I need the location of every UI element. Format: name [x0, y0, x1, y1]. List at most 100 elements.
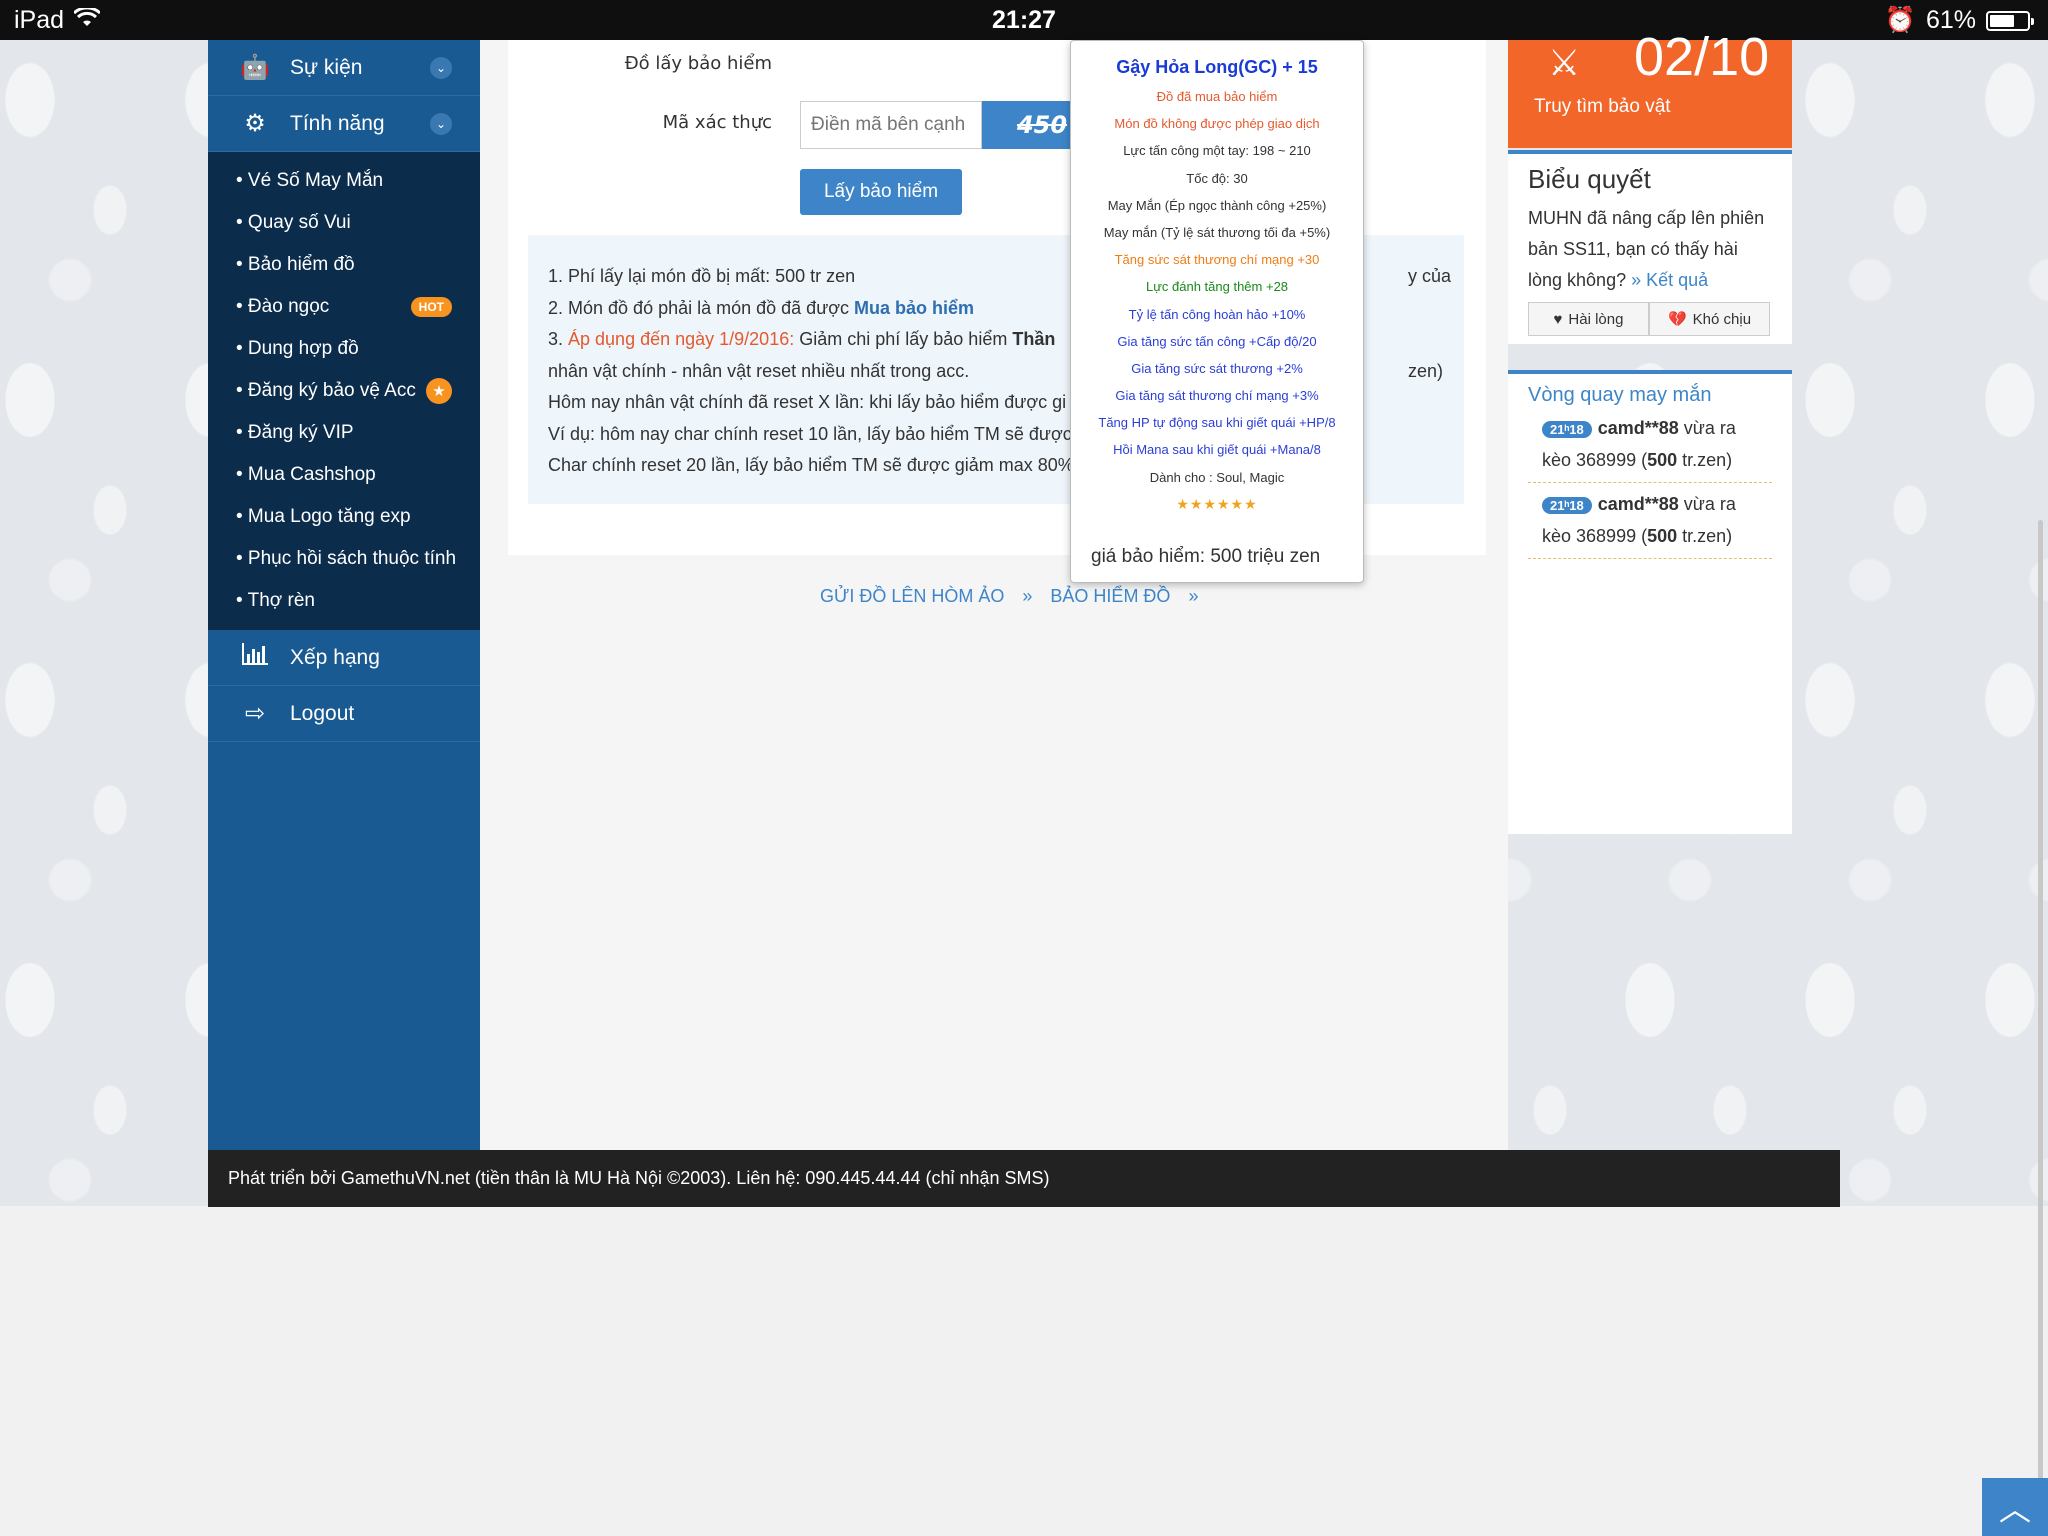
submenu-item-attribute-book[interactable]: • Phục hồi sách thuộc tính — [208, 538, 480, 580]
submenu-item-item-fusion[interactable]: • Dung hợp đồ — [208, 328, 480, 370]
tooltip-attribute-line: Tỷ lệ tấn công hoàn hảo +10% — [1128, 306, 1306, 322]
submenu-item-fun-spin[interactable]: • Quay số Vui — [208, 202, 480, 244]
buy-insurance-link[interactable]: Mua bảo hiểm — [854, 298, 974, 318]
poll-unsatisfied-button[interactable]: 💔 Khó chịu — [1649, 302, 1770, 336]
poll-heading: Biểu quyết — [1528, 164, 1651, 194]
heart-icon: ♥ — [1553, 310, 1563, 328]
note-text: Giảm chi phí lấy bảo hiểm — [794, 329, 1013, 349]
entry-text: tr.zen) — [1677, 526, 1733, 546]
broken-heart-icon: 💔 — [1667, 311, 1687, 328]
poll-satisfied-button[interactable]: ♥ Hài lòng — [1528, 302, 1649, 336]
list-item: 21ʰ18 camd**88 vừa ra kèo 368999 (500 tr.… — [1528, 483, 1772, 559]
lucky-wheel-heading: Vòng quay may mắn — [1528, 384, 1712, 406]
submenu-item-cashshop[interactable]: • Mua Cashshop — [208, 454, 480, 496]
tooltip-attribute-line: Dành cho : Soul, Magic — [1149, 469, 1285, 485]
button-label: Khó chịu — [1692, 310, 1752, 328]
battery-icon — [1986, 10, 2034, 31]
sidebar-item-label: Tính năng — [290, 111, 385, 135]
submenu-item-label: • Đào ngọc — [236, 296, 330, 317]
note-bold: Thần — [1012, 329, 1056, 349]
chevron-up-icon: ︿ — [1998, 1490, 2031, 1528]
item-tooltip: Gậy Hỏa Long(GC) + 15 Đồ đã mua bảo hiểm… — [1070, 40, 1364, 583]
sidebar-item-ranking[interactable]: Xếp hạng — [208, 630, 480, 686]
star-rating-icon: ★★★★★★ — [1176, 495, 1258, 512]
tooltip-price: giá bảo hiểm: 500 triệu zen — [1091, 546, 1321, 567]
event-card[interactable]: ⚔ 02/10 Truy tìm bảo vật — [1508, 27, 1792, 148]
tooltip-attribute-line: Lực đánh tăng thêm +28 — [1145, 279, 1289, 295]
double-chevron-icon: » — [1022, 586, 1033, 606]
sidebar: 🤖 Sự kiện ⌄ ⚙ Tính năng ⌄ • Vé Số May Mắ… — [208, 40, 480, 1150]
star-icon: ★ — [426, 378, 452, 404]
battery-percent: 61% — [1925, 6, 1976, 34]
submenu-item-lottery[interactable]: • Vé Số May Mắn — [208, 160, 480, 202]
breadcrumb: GỬI ĐỒ LÊN HÒM ẢO » BẢO HIỂM ĐỒ » — [820, 586, 1198, 607]
event-label: Truy tìm bảo vật — [1534, 96, 1671, 117]
tooltip-attributes: Đồ đã mua bảo hiểm Món đồ không được phép… — [1071, 83, 1363, 491]
submenu-item-blacksmith[interactable]: • Thợ rèn — [208, 580, 480, 622]
tooltip-attribute-line: Tăng sức sát thương chí mạng +30 — [1114, 252, 1320, 268]
tooltip-attribute-line: Gia tăng sức tấn công +Cấp độ/20 — [1117, 333, 1317, 349]
breadcrumb-link-virtual-chest[interactable]: GỬI ĐỒ LÊN HÒM ẢO — [820, 586, 1004, 607]
entry-text: tr.zen) — [1677, 450, 1733, 470]
vertical-scrollbar[interactable] — [2038, 520, 2043, 1530]
tooltip-attribute-line: Tăng HP tự động sau khi giết quái +HP/8 — [1098, 415, 1336, 431]
submenu-item-item-insurance[interactable]: • Bảo hiểm đồ — [208, 244, 480, 286]
warrior-icon: ⚔ — [1548, 42, 1581, 83]
site-footer: Phát triển bởi GamethuVN.net (tiền thân … — [208, 1150, 1840, 1207]
tooltip-attribute-line: Gia tăng sát thương chí mạng +3% — [1115, 388, 1319, 404]
username: camd**88 — [1597, 418, 1679, 438]
submenu-item-exp-logo[interactable]: • Mua Logo tăng exp — [208, 496, 480, 538]
sidebar-item-label: Sự kiện — [290, 55, 363, 79]
lucky-wheel-panel: Vòng quay may mắn 21ʰ18 camd**88 vừa ra k… — [1508, 370, 1792, 834]
username: camd**88 — [1597, 494, 1679, 514]
tooltip-attribute-line: Gia tăng sức sát thương +2% — [1131, 360, 1303, 376]
poll-results-link[interactable]: » Kết quả — [1631, 270, 1708, 290]
android-icon: 🤖 — [240, 54, 270, 81]
tooltip-attribute-line: May Mắn (Ép ngọc thành công +25%) — [1107, 197, 1327, 213]
captcha-input[interactable] — [800, 101, 982, 149]
features-submenu: • Vé Số May Mắn • Quay số Vui • Bảo hiểm… — [208, 152, 480, 630]
event-date: 02/10 — [1634, 27, 1770, 87]
tooltip-attribute-line: May mắn (Tỷ lệ sát thương tối đa +5%) — [1103, 224, 1331, 240]
sidebar-item-features[interactable]: ⚙ Tính năng ⌄ — [208, 96, 480, 152]
note-highlight: Áp dụng đến ngày 1/9/2016: — [568, 329, 795, 349]
double-chevron-icon: » — [1188, 586, 1199, 606]
captcha-field-label: Mã xác thực — [662, 112, 772, 133]
amount: 500 — [1647, 450, 1678, 470]
note-tail: zen) — [1408, 361, 1444, 381]
note-text: 2. Món đồ đó phải là món đồ đã được — [548, 297, 855, 318]
submenu-item-vip[interactable]: • Đăng ký VIP — [208, 412, 480, 454]
item-field-label: Đồ lấy bảo hiểm — [624, 53, 772, 74]
submenu-item-gem-mining[interactable]: • Đào ngọc HOT — [208, 286, 480, 328]
tooltip-attribute-line: Đồ đã mua bảo hiểm — [1156, 89, 1278, 104]
time-badge: 21ʰ18 — [1542, 497, 1592, 514]
tooltip-attribute-line: Lực tấn công một tay: 198 ~ 210 — [1123, 143, 1311, 159]
time-badge: 21ʰ18 — [1542, 421, 1592, 438]
sign-out-icon: ⇨ — [244, 700, 266, 727]
amount: 500 — [1647, 526, 1678, 546]
sidebar-item-label: Logout — [290, 701, 355, 725]
sidebar-item-label: Xếp hạng — [290, 645, 380, 669]
note-text: 3. — [548, 329, 569, 349]
poll-buttons: ♥ Hài lòng 💔 Khó chịu — [1528, 302, 1772, 336]
list-item: 21ʰ18 camd**88 vừa ra kèo 368999 (500 tr.… — [1528, 407, 1772, 483]
back-to-top-button[interactable]: ︿ — [1982, 1478, 2048, 1536]
gears-icon: ⚙ — [244, 110, 266, 137]
breadcrumb-link-insurance[interactable]: BẢO HIỂM ĐỒ — [1050, 586, 1170, 607]
sidebar-item-logout[interactable]: ⇨ Logout — [208, 686, 480, 742]
tooltip-item-name: Gậy Hỏa Long(GC) + 15 — [1116, 57, 1318, 77]
poll-panel: Biểu quyết MUHN đã nâng cấp lên phiên bả… — [1508, 150, 1792, 344]
hot-badge: HOT — [410, 297, 452, 317]
submenu-item-label: • Đăng ký bảo vệ Acc — [236, 380, 416, 401]
chevron-down-icon[interactable]: ⌄ — [430, 56, 452, 79]
submenu-item-account-protection[interactable]: • Đăng ký bảo vệ Acc ★ — [208, 370, 480, 412]
tooltip-attribute-line: Tốc độ: 30 — [1186, 170, 1248, 186]
button-label: Hài lòng — [1568, 310, 1624, 328]
tooltip-attribute-line: Hồi Mana sau khi giết quái +Mana/8 — [1113, 442, 1321, 458]
sidebar-item-events[interactable]: 🤖 Sự kiện ⌄ — [208, 40, 480, 96]
tooltip-attribute-line: Món đồ không được phép giao dịch — [1114, 116, 1320, 132]
alarm-icon: ⏰ — [1884, 6, 1916, 34]
get-insurance-button[interactable]: Lấy bảo hiểm — [800, 169, 962, 215]
chevron-down-icon[interactable]: ⌄ — [430, 112, 452, 135]
note-tail: y của — [1408, 266, 1452, 286]
